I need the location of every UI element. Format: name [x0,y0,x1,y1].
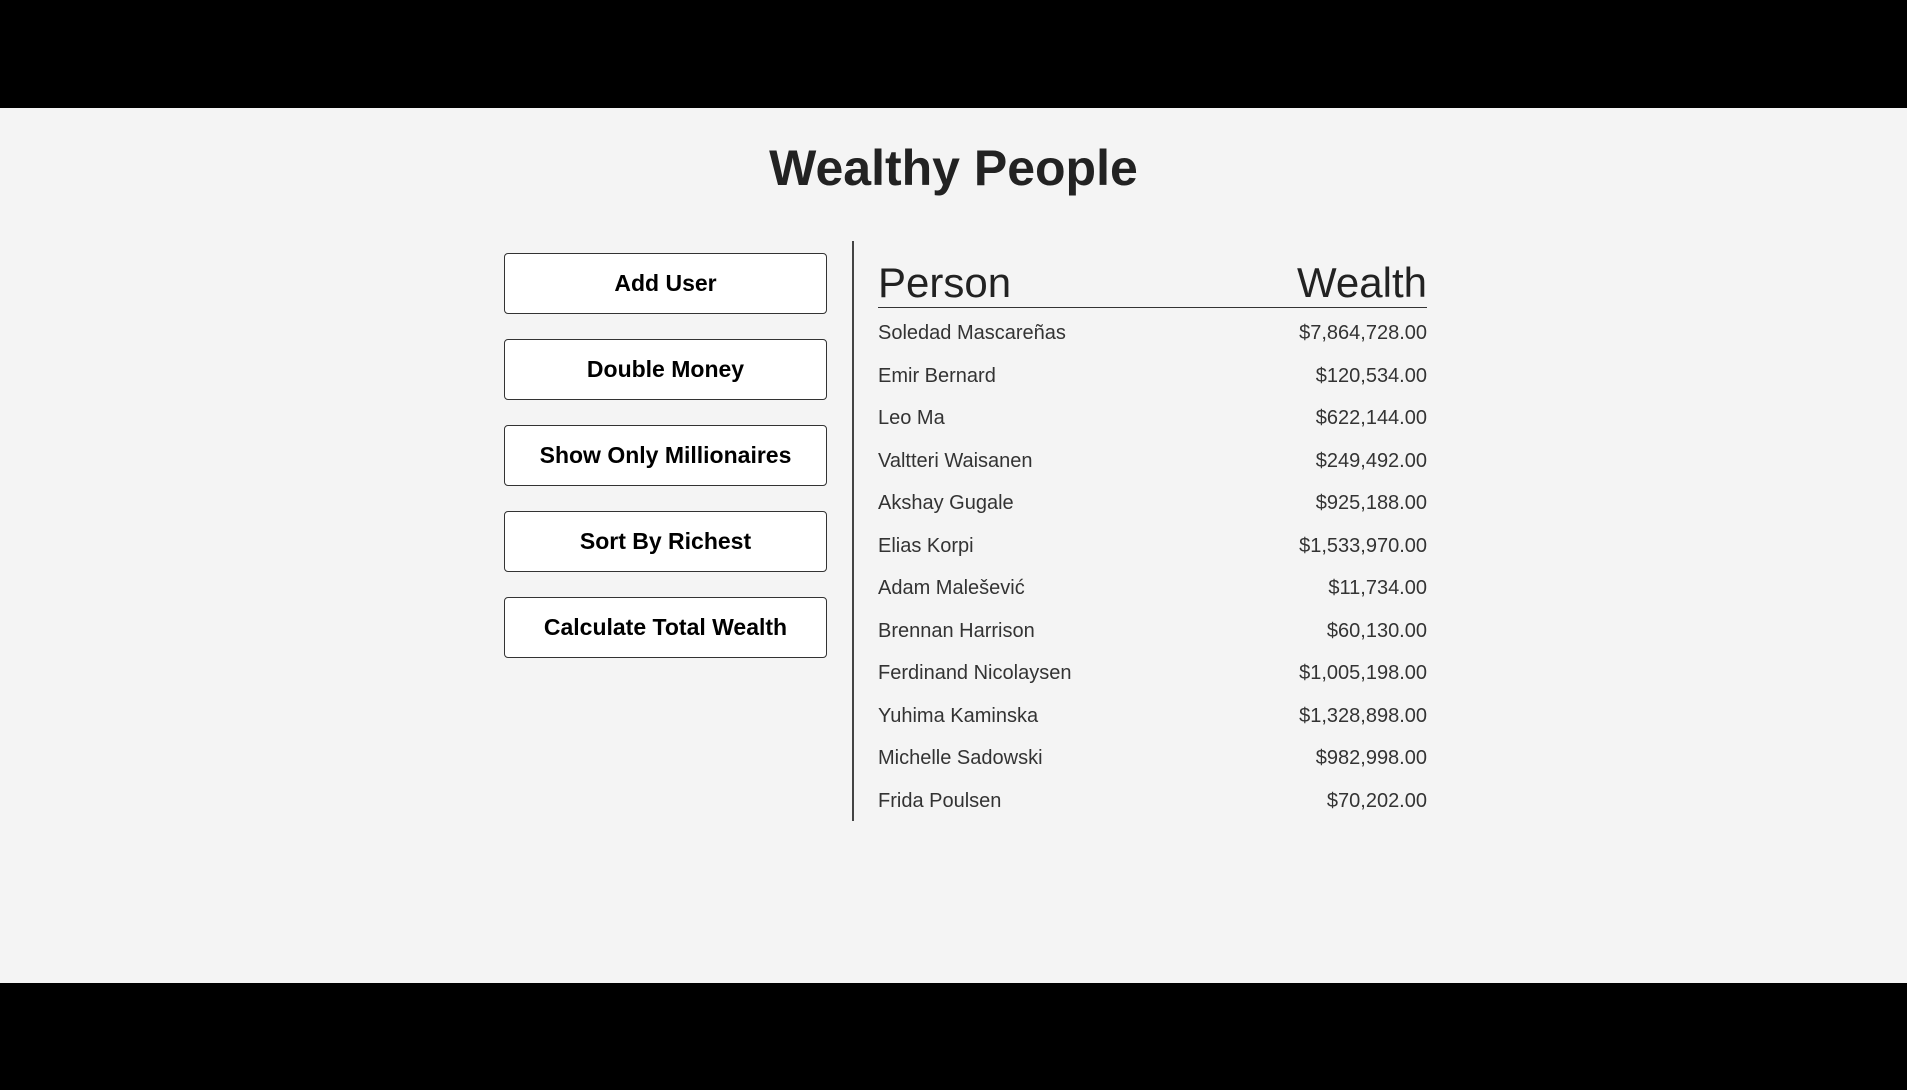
person-wealth: $1,005,198.00 [1299,662,1427,684]
table-row: Akshay Gugale $925,188.00 [878,482,1427,525]
person-name: Emir Bernard [878,364,996,387]
person-name: Elias Korpi [878,534,974,557]
person-name: Soledad Mascareñas [878,322,1066,344]
header-person: Person [878,259,1012,306]
table-rows: Soledad Mascareñas $7,864,728.00 Emir Bern… [878,308,1427,822]
table-row: Michelle Sadowski $982,998.00 [878,737,1427,780]
double-money-button[interactable]: Double Money [504,339,827,400]
wealth-table: Person Wealth Soledad Mascareñas $7,864,7… [878,241,1427,822]
person-wealth: $7,864,728.00 [1299,322,1427,344]
table-row: Leo Ma $622,144.00 [878,397,1427,440]
person-wealth: $60,130.00 [1326,619,1427,642]
person-wealth: $1,328,898.00 [1299,704,1427,727]
table-row: Brennan Harrison $60,130.00 [878,610,1427,653]
person-name: Leo Ma [878,407,945,429]
page: Wealthy People Add User Double Money Sho… [0,108,1907,983]
person-wealth: $622,144.00 [1315,407,1427,429]
person-name: Michelle Sadowski [878,747,1043,769]
person-name: Ferdinand Nicolaysen [878,662,1072,684]
person-wealth: $925,188.00 [1315,492,1427,514]
header-wealth: Wealth [1297,259,1427,306]
table-row: Yuhima Kaminska $1,328,898.00 [878,695,1427,738]
page-title: Wealthy People [769,140,1138,196]
top-letterbox [0,0,1907,108]
table-header: Person Wealth [878,241,1427,308]
bottom-letterbox [0,983,1907,1090]
calculate-total-wealth-button[interactable]: Calculate Total Wealth [504,597,827,658]
table-row: Soledad Mascareñas $7,864,728.00 [878,312,1427,355]
person-name: Frida Poulsen [878,789,1002,812]
show-millionaires-button[interactable]: Show Only Millionaires [504,425,827,486]
table-row: Ferdinand Nicolaysen $1,005,198.00 [878,652,1427,695]
person-wealth: $11,734.00 [1328,577,1427,599]
person-wealth: $70,202.00 [1326,789,1427,812]
person-wealth: $120,534.00 [1315,364,1427,387]
person-name: Yuhima Kaminska [878,704,1039,727]
table-row: Adam Malešević $11,734.00 [878,567,1427,610]
sort-richest-button[interactable]: Sort By Richest [504,511,827,572]
person-name: Akshay Gugale [878,492,1014,514]
table-row: Emir Bernard $120,534.00 [878,355,1427,398]
person-wealth: $1,533,970.00 [1299,534,1427,557]
add-user-button[interactable]: Add User [504,253,827,314]
table-row: Frida Poulsen $70,202.00 [878,780,1427,823]
table-row: Elias Korpi $1,533,970.00 [878,525,1427,568]
person-name: Brennan Harrison [878,619,1035,642]
person-name: Adam Malešević [878,577,1025,599]
person-wealth: $249,492.00 [1315,449,1427,472]
person-wealth: $982,998.00 [1315,747,1427,769]
table-row: Valtteri Waisanen $249,492.00 [878,440,1427,483]
button-panel: Add User Double Money Show Only Milliona… [504,253,827,683]
person-name: Valtteri Waisanen [878,449,1033,472]
vertical-divider [852,241,854,821]
